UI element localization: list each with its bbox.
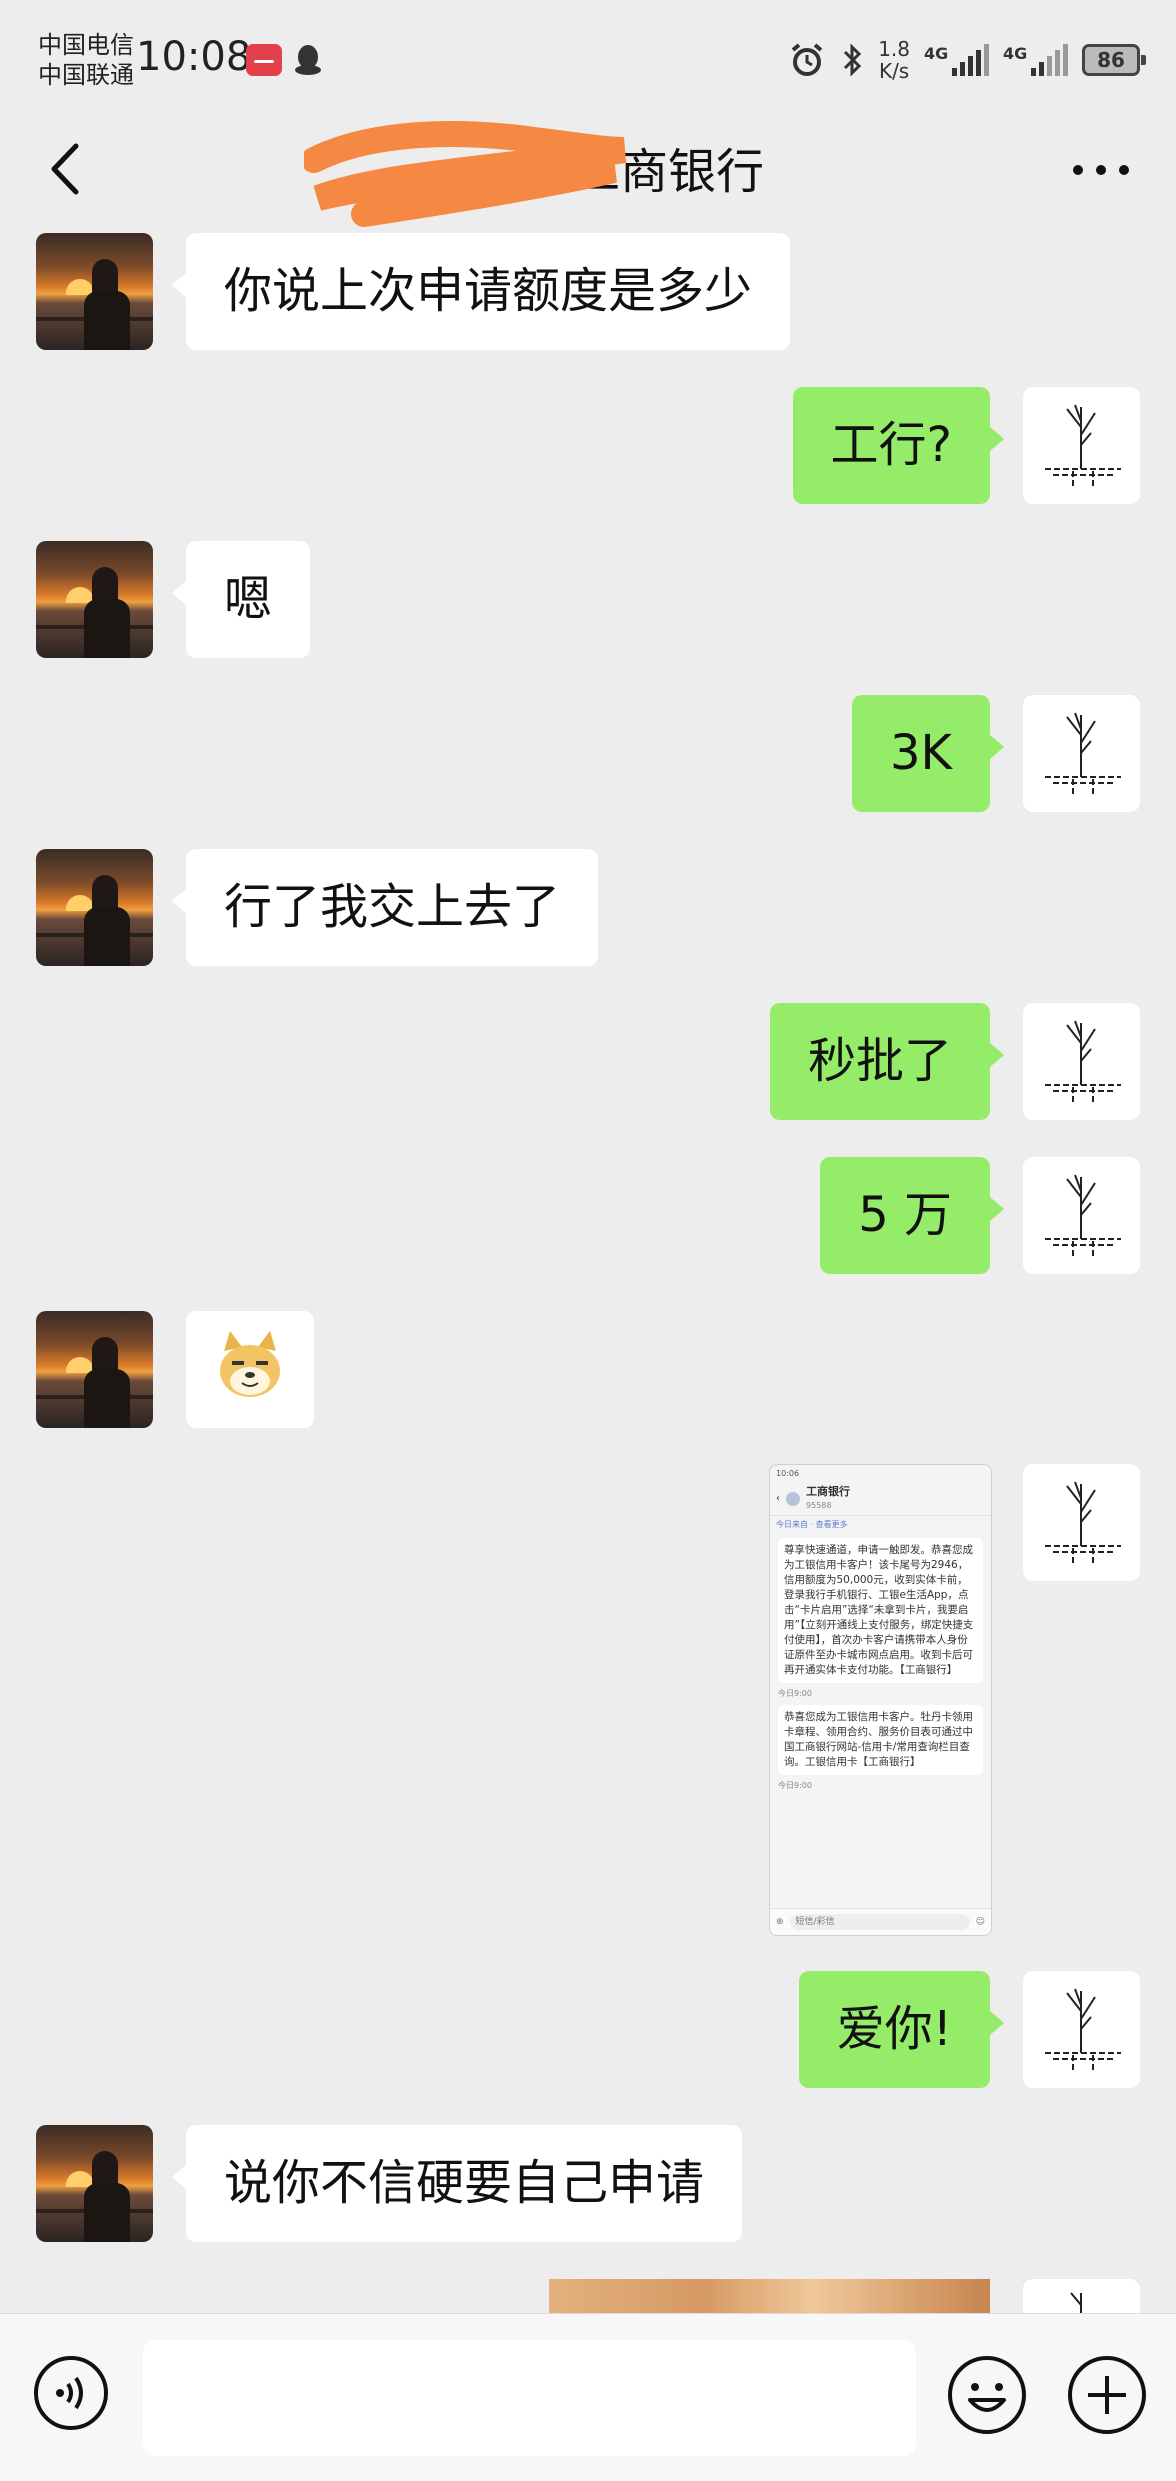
redaction-scribble	[304, 121, 627, 227]
signal-2-icon: 4G	[1003, 44, 1068, 76]
carrier-labels: 中国电信 中国联通	[38, 30, 134, 90]
sms-input-bar: ⊕ 短信/彩信 ☺	[770, 1908, 991, 1935]
status-bar: 中国电信 中国联通 10:08 1.8 K/s 4G 4G 86	[0, 0, 1176, 110]
message-input[interactable]	[143, 2340, 916, 2456]
my-avatar[interactable]	[1023, 1157, 1140, 1274]
message-bubble[interactable]: 说你不信硬要自己申请	[171, 2125, 743, 2242]
message-bubble[interactable]: 工行?	[792, 387, 1005, 504]
tree-sketch-icon	[1045, 404, 1121, 487]
my-avatar[interactable]	[1023, 1971, 1140, 2088]
message-bubble[interactable]: 爱你!	[798, 1971, 1005, 2088]
message-bubble[interactable]: 嗯	[171, 541, 311, 658]
doge-emoji-icon	[220, 1331, 280, 1397]
tree-sketch-icon	[1045, 1174, 1121, 1257]
emoji-icon: ☺	[975, 1917, 985, 1927]
battery-icon: 86	[1082, 44, 1146, 76]
carrier-1: 中国电信	[38, 31, 134, 59]
my-avatar[interactable]	[1023, 1464, 1140, 1581]
chat-header: 工商银行	[0, 110, 1176, 230]
contact-avatar[interactable]	[36, 849, 153, 966]
my-avatar[interactable]	[1023, 1003, 1140, 1120]
status-time: 10:08	[136, 34, 252, 80]
status-icons: 1.8 K/s 4G 4G 86	[788, 30, 1146, 90]
sms-screenshot-image[interactable]: 10:06 ‹ 工商银行 95588 今日来自 · 查看更多 尊享快速通道，申请…	[769, 1464, 992, 1936]
message-bubble[interactable]: 3K	[851, 695, 1005, 812]
message-bubble[interactable]: 秒批了	[769, 1003, 1005, 1120]
message-bubble[interactable]: 你说上次申请额度是多少	[171, 233, 791, 350]
network-speed: 1.8 K/s	[878, 37, 910, 83]
carrier-2: 中国联通	[38, 61, 134, 89]
voice-icon[interactable]	[32, 2354, 110, 2432]
tree-sketch-icon	[1045, 712, 1121, 795]
qq-notification-icon	[295, 45, 321, 75]
tree-sketch-icon	[1045, 1020, 1121, 1103]
tree-sketch-icon	[1070, 2292, 1082, 2313]
signal-1-icon: 4G	[924, 44, 989, 76]
message-bubble[interactable]: 5 万	[820, 1157, 1004, 1274]
my-avatar[interactable]	[1023, 695, 1140, 812]
more-options-icon[interactable]	[1066, 140, 1136, 200]
my-avatar[interactable]	[1023, 2279, 1140, 2313]
huawei-app-notification-icon	[246, 44, 282, 76]
sms-message: 恭喜您成为工银信用卡客户。牡丹卡领用卡章程、领用合约、服务价目表可通过中国工商银…	[778, 1705, 983, 1775]
contact-avatar[interactable]	[36, 541, 153, 658]
contact-avatar[interactable]	[36, 233, 153, 350]
message-bubble[interactable]: 行了我交上去了	[171, 849, 599, 966]
contact-avatar[interactable]	[36, 2125, 153, 2242]
my-avatar[interactable]	[1023, 387, 1140, 504]
tree-sketch-icon	[1045, 1988, 1121, 2071]
contact-avatar[interactable]	[36, 1311, 153, 1428]
chat-input-bar	[0, 2313, 1176, 2481]
plus-icon: ⊕	[776, 1917, 784, 1927]
plus-icon[interactable]	[1066, 2354, 1148, 2436]
sticker-message[interactable]	[186, 1311, 314, 1428]
tree-sketch-icon	[1045, 1481, 1121, 1564]
back-arrow-icon: ‹	[776, 1493, 780, 1504]
sms-header: ‹ 工商银行 95588	[770, 1483, 991, 1516]
contact-icon	[786, 1492, 800, 1506]
smiley-icon[interactable]	[946, 2354, 1028, 2436]
sms-message: 尊享快速通道，申请一触即发。恭喜您成为工银信用卡客户！该卡尾号为2946，信用额…	[778, 1538, 983, 1683]
alarm-icon	[791, 43, 823, 76]
bluetooth-icon	[844, 43, 862, 77]
